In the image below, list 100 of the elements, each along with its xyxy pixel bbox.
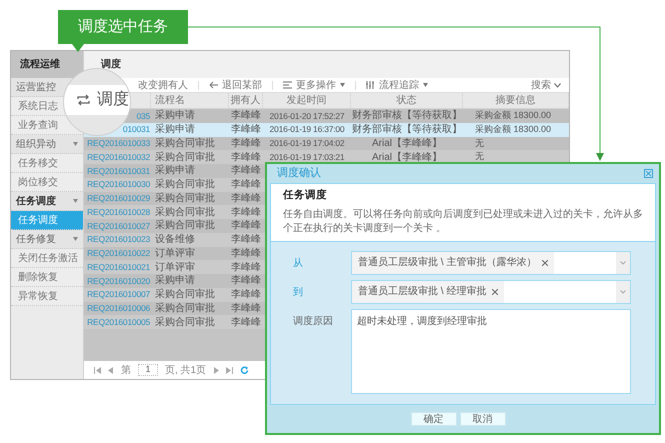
table-cell-text: 采购申请 — [155, 164, 195, 178]
page-number-field[interactable]: 1 — [138, 364, 158, 376]
table-cell-text: 采购合同审批 — [155, 288, 215, 302]
table-cell-text: 采购合同审批 — [155, 192, 215, 206]
column-header[interactable]: 状态 — [396, 93, 416, 108]
pager-label: 页, 共1页 — [165, 364, 206, 378]
remove-icon — [492, 288, 498, 295]
table-cell-text: 李峰峰 — [231, 178, 261, 192]
table-cell-text: Arial【李峰峰】 — [372, 150, 442, 165]
select-field[interactable]: 普通员工层级审批 \ 主管审批（露华浓） — [351, 250, 631, 275]
column-header[interactable]: 摘要信息 — [496, 93, 536, 108]
field-label: 从 — [292, 256, 304, 271]
table-cell-text: 采购申请 — [155, 122, 195, 138]
sidebar-item[interactable]: 异常恢复 — [18, 288, 58, 304]
request-link[interactable]: REQ2016010007 — [87, 288, 150, 301]
table-cell-text: 采购合同审批 — [155, 302, 215, 316]
table-cell-text: 采购合同审批 — [155, 150, 215, 164]
table-cell-text: 李峰峰 — [231, 246, 261, 261]
sidebar-item[interactable]: 关闭任务激活 — [18, 250, 78, 266]
sidebar-item[interactable]: 删除恢复 — [18, 270, 58, 284]
table-cell-text: 采购合同审批 — [155, 218, 215, 234]
table-cell-text: 无 — [475, 150, 484, 164]
table-cell-text: 李峰峰 — [231, 150, 261, 164]
remove-icon — [542, 260, 548, 266]
sidebar-title: 流程运维 — [11, 51, 83, 78]
reason-textarea[interactable]: 超时未处理，调度到经理审批 — [351, 308, 631, 394]
column-header[interactable]: 拥有人 — [230, 93, 260, 108]
dialog-title: 调度确认 — [277, 166, 321, 182]
chevron-down-icon — [554, 82, 561, 88]
table-cell-text: 采购合同审批 — [155, 178, 215, 192]
request-link[interactable]: REQ2016010021 — [87, 260, 150, 274]
arrow-left-icon — [209, 81, 218, 89]
request-link[interactable]: REQ2016010032 — [87, 150, 150, 164]
table-cell-text: 采购合同审批 — [155, 206, 215, 220]
sidebar-item[interactable]: 系统日志 — [18, 98, 58, 114]
table-cell-text: 采购申请 — [155, 274, 195, 288]
field-label: 到 — [292, 286, 304, 300]
swap-arrows-icon — [76, 94, 91, 106]
sidebar-item[interactable]: 任务移交 — [18, 156, 58, 170]
close-button[interactable] — [644, 169, 653, 178]
lines-icon — [283, 81, 292, 89]
select-field[interactable]: 普通员工层级审批 \ 经理审批 — [351, 280, 631, 304]
table-cell-text: 设备维修 — [155, 232, 195, 248]
table-cell-text: 李峰峰 — [231, 274, 261, 288]
table-cell-text: 采购金额 18300.00 — [475, 109, 552, 122]
request-link[interactable]: REQ2016010005 — [87, 316, 150, 328]
table-cell-text: 李峰峰 — [231, 218, 261, 234]
search-button[interactable]: 搜索 — [531, 78, 561, 92]
table-cell-text: 李峰峰 — [231, 108, 261, 124]
dialog-button[interactable]: 确定 — [410, 412, 456, 426]
table-cell-text: 采购合同审批 — [155, 136, 215, 151]
table-cell-text: 李峰峰 — [231, 164, 261, 178]
table-cell-text: 订单评审 — [155, 246, 195, 261]
field-label: 调度原因 — [292, 314, 334, 329]
table-cell: 2016-01-19 17:03:21 — [270, 150, 344, 164]
table-cell-text: 李峰峰 — [231, 206, 261, 220]
close-icon — [646, 171, 651, 176]
table-cell-text: 李峰峰 — [231, 302, 261, 316]
request-link[interactable]: REQ2016010023 — [87, 233, 150, 246]
sliders-icon — [366, 81, 375, 89]
last-page-icon — [226, 366, 234, 374]
toolbar-button[interactable]: 退回某部 — [209, 78, 262, 92]
chevron-down-icon — [620, 290, 626, 294]
first-page-icon — [94, 366, 101, 374]
table-cell-text: 李峰峰 — [231, 316, 261, 330]
dialog-button[interactable]: 取消 — [460, 412, 506, 426]
request-link[interactable]: REQ2016010030 — [87, 178, 150, 191]
previous-page-icon — [108, 366, 114, 374]
section-title: 任务调度 — [283, 188, 328, 203]
toolbar-button[interactable]: 流程追踪 — [366, 78, 428, 92]
table-cell: 2016-01-19 16:37:00 — [270, 123, 344, 136]
request-link[interactable]: 010031 — [122, 123, 150, 136]
dispatch-button[interactable]: 调度 — [64, 85, 130, 115]
description-text: 任务自由调度。可以将任务向前或向后调度到已处理或未进入过的关卡，允许从多个正在执行的关卡调度到一个关卡 。 — [283, 208, 644, 236]
table-cell-text: 采购合同审批 — [155, 316, 215, 330]
table-cell-text: 李峰峰 — [231, 136, 261, 151]
table-cell-text: 李峰峰 — [231, 232, 261, 248]
table-cell-text: 采购金额 18300.00 — [475, 122, 552, 136]
page-title: 调度 — [101, 57, 121, 72]
table-cell-text: 财务部审核【等待获取】 — [352, 108, 462, 124]
next-page-icon — [213, 366, 220, 374]
toolbar-button[interactable]: 改变拥有人 — [138, 78, 188, 92]
table-cell: 2016-01-20 17:52:27 — [270, 110, 344, 122]
table-cell-text: 订单评审 — [155, 260, 195, 274]
table-cell-text: 财务部审核【等待获取】 — [352, 122, 462, 138]
table-cell: 2016-01-19 17:04:02 — [270, 137, 344, 150]
table-cell-text: 采购申请 — [155, 108, 195, 124]
refresh-icon — [240, 366, 250, 374]
callout-text: 调度选中任务 — [78, 16, 168, 37]
sidebar-item[interactable]: 业务查询 — [18, 118, 58, 132]
sidebar-item[interactable]: 岗位移交 — [18, 174, 58, 190]
chevron-down-icon — [620, 260, 626, 265]
column-header[interactable]: 发起时间 — [286, 93, 326, 108]
pager-label: 第 — [121, 364, 131, 378]
toolbar-button[interactable]: 更多操作 — [283, 78, 345, 92]
table-cell-text: Arial【李峰峰】 — [372, 136, 442, 151]
table-cell-text: 李峰峰 — [231, 288, 261, 302]
table-cell-text: 无 — [475, 136, 484, 150]
column-header[interactable]: 流程名 — [155, 93, 185, 108]
request-link[interactable]: REQ2016010028 — [87, 206, 150, 218]
